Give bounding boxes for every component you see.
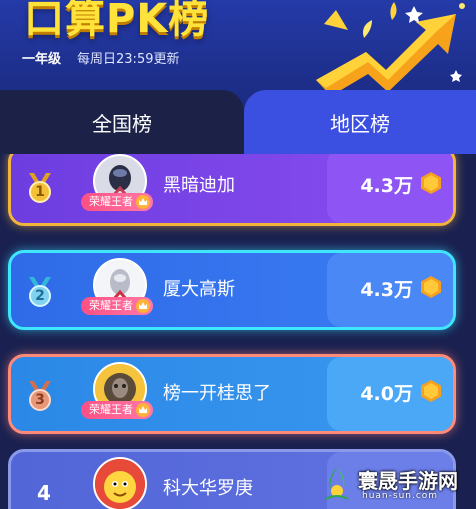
badge-label: 荣耀王者 <box>89 403 133 416</box>
avatar[interactable] <box>93 457 147 509</box>
crown-icon <box>136 299 150 313</box>
rank-number: 3 <box>35 392 45 408</box>
rank-number: 4 <box>37 481 51 505</box>
avatar-image <box>95 459 145 509</box>
watermark-url: huan-sun.com <box>362 491 439 501</box>
grade-label[interactable]: 一年级 <box>22 48 61 67</box>
watermark: 寰晟手游网 huan-sun.com <box>320 463 470 507</box>
player-name: 黑暗迪加 <box>163 175 235 196</box>
ranking-row[interactable]: 2 荣耀王者 厦大高斯 4.3万 <box>8 250 456 330</box>
player-name: 榜一开桂思了 <box>163 383 271 404</box>
page-title: 口算PK榜 <box>24 0 210 42</box>
header-subline: 一年级 每周日23:59更新 <box>22 48 180 67</box>
rank-badge: 荣耀王者 <box>81 193 153 211</box>
ranking-list: 1 荣耀王者 黑暗迪加 4.3万 2 荣耀王者 厦大高斯 4.3万 3 荣耀王者… <box>0 154 476 509</box>
badge-label: 荣耀王者 <box>89 299 133 312</box>
rank-badge: 荣耀王者 <box>81 401 153 419</box>
rank-number: 2 <box>35 288 45 304</box>
player-name: 科大华罗庚 <box>163 478 253 499</box>
tab-national[interactable]: 全国榜 <box>0 90 244 154</box>
crown-icon <box>136 403 150 417</box>
score-panel: 4.3万 <box>327 253 453 327</box>
player-name: 厦大高斯 <box>163 279 235 300</box>
score-value: 4.0万 <box>360 383 413 405</box>
leaderboard-tabs: 全国榜 地区榜 <box>0 90 476 154</box>
watermark-logo-icon <box>325 467 349 500</box>
hexagon-coin-icon <box>421 380 441 402</box>
watermark-text: 寰晟手游网 <box>358 469 458 493</box>
hexagon-coin-icon <box>421 276 441 298</box>
score-panel: 4.3万 <box>327 154 453 223</box>
score-panel: 4.0万 <box>327 357 453 431</box>
ranking-row[interactable]: 1 荣耀王者 黑暗迪加 4.3万 <box>8 154 456 226</box>
app-root: 口算PK榜 一年级 每周日23:59更新 全国榜 地区榜 1 荣耀王者 黑暗迪加… <box>0 0 476 509</box>
rank-badge: 荣耀王者 <box>81 297 153 315</box>
ranking-row[interactable]: 3 荣耀王者 榜一开桂思了 4.0万 <box>8 354 456 434</box>
hexagon-coin-icon <box>421 172 441 194</box>
update-time: 每周日23:59更新 <box>77 51 180 67</box>
header: 口算PK榜 一年级 每周日23:59更新 <box>0 0 476 96</box>
badge-label: 荣耀王者 <box>89 195 133 208</box>
tab-region[interactable]: 地区榜 <box>244 90 476 154</box>
rank-number: 1 <box>35 184 45 200</box>
crown-icon <box>136 195 150 209</box>
score-value: 4.3万 <box>360 175 413 197</box>
score-value: 4.3万 <box>360 279 413 301</box>
rising-arrow-graphic <box>316 2 465 96</box>
